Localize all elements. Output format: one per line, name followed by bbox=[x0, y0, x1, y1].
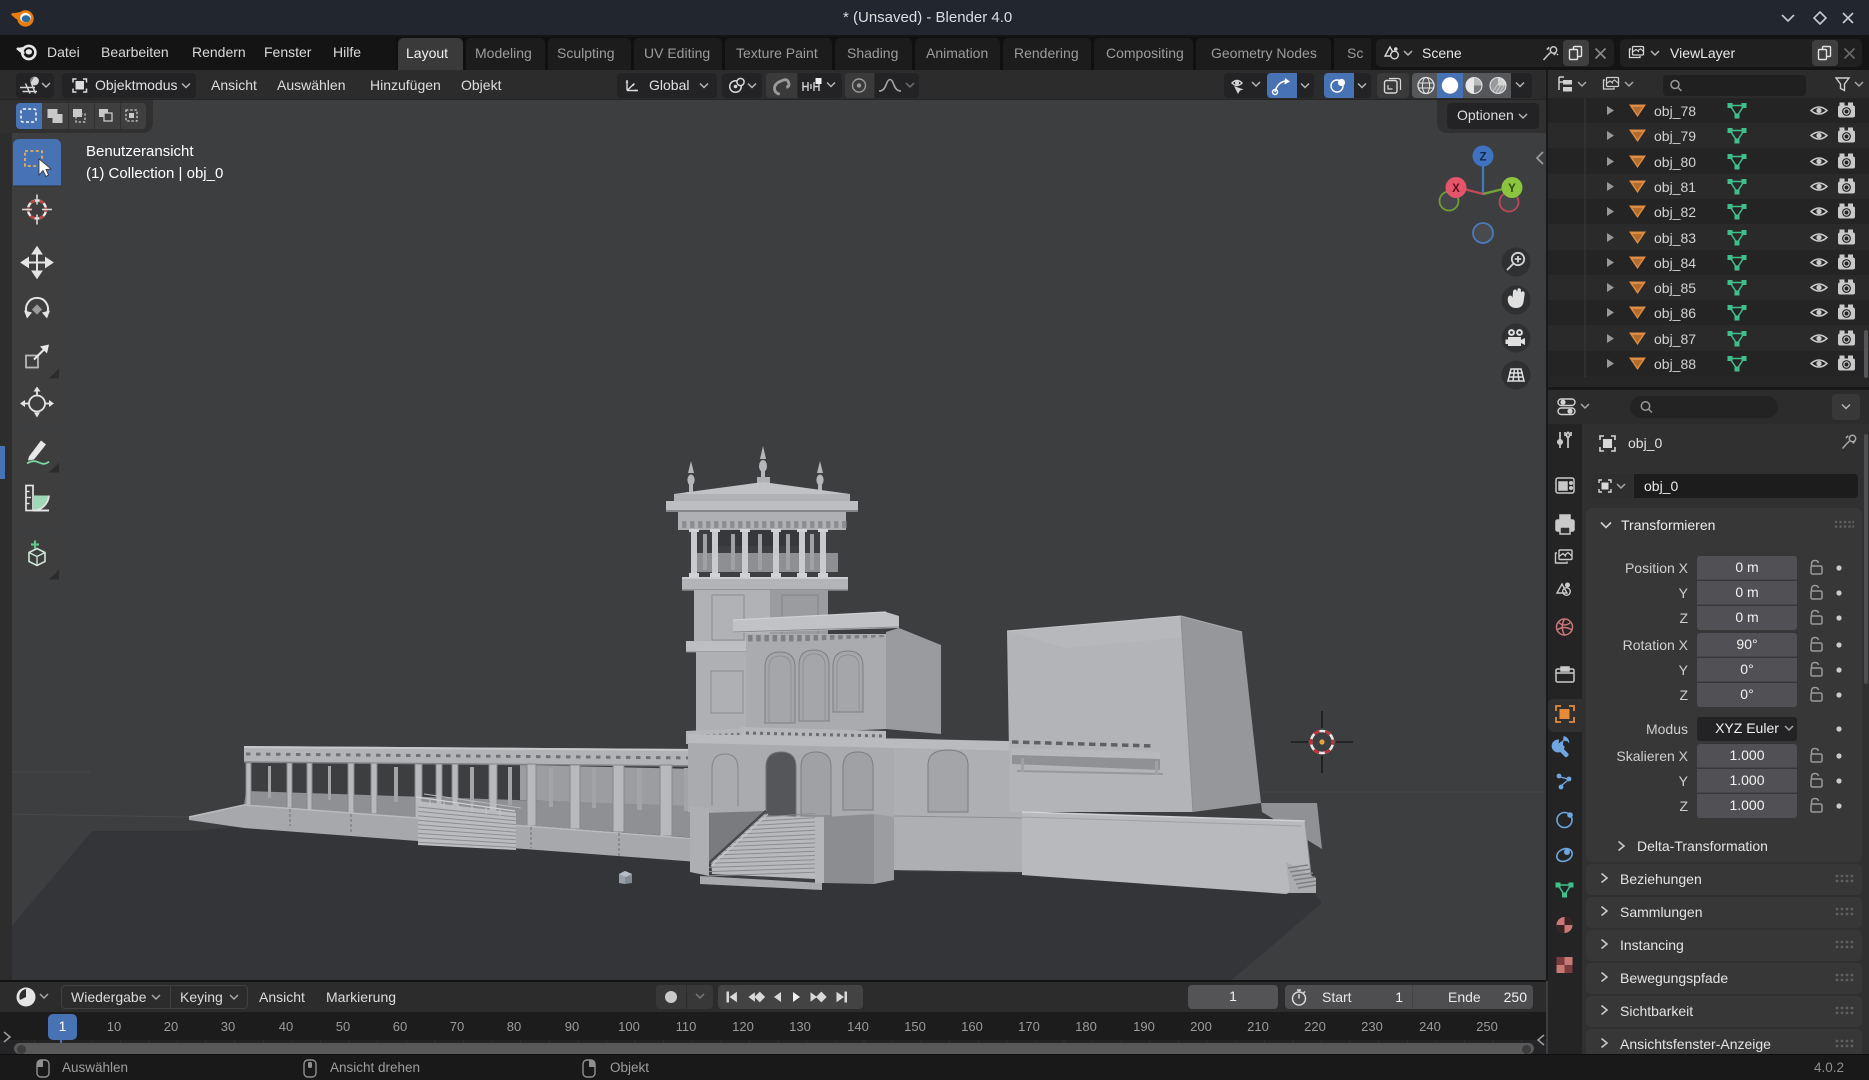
svg-text:Y: Y bbox=[1508, 183, 1516, 195]
svg-text:Z: Z bbox=[1479, 152, 1486, 164]
svg-text:X: X bbox=[1452, 183, 1460, 195]
